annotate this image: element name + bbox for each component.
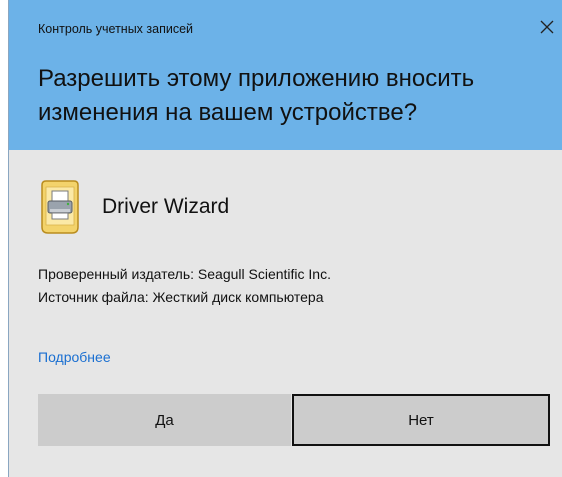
dialog-header: Контроль учетных записей Разрешить этому… — [9, 0, 562, 150]
yes-button[interactable]: Да — [38, 394, 291, 446]
publisher-info: Проверенный издатель: Seagull Scientific… — [38, 266, 331, 282]
app-row: Driver Wizard — [38, 176, 229, 238]
app-name: Driver Wizard — [102, 195, 230, 218]
more-details-link[interactable]: Подробнее — [38, 349, 111, 365]
dialog-question: Разрешить этому приложению вносить измен… — [38, 65, 475, 126]
uac-dialog: Контроль учетных записей Разрешить этому… — [8, 0, 562, 477]
no-button[interactable]: Нет — [292, 394, 550, 446]
dialog-title: Контроль учетных записей — [38, 22, 194, 36]
printer-setup-icon — [41, 180, 79, 234]
file-source-info: Источник файла: Жесткий диск компьютера — [38, 289, 324, 305]
close-icon — [540, 20, 554, 34]
close-button[interactable] — [536, 16, 558, 38]
